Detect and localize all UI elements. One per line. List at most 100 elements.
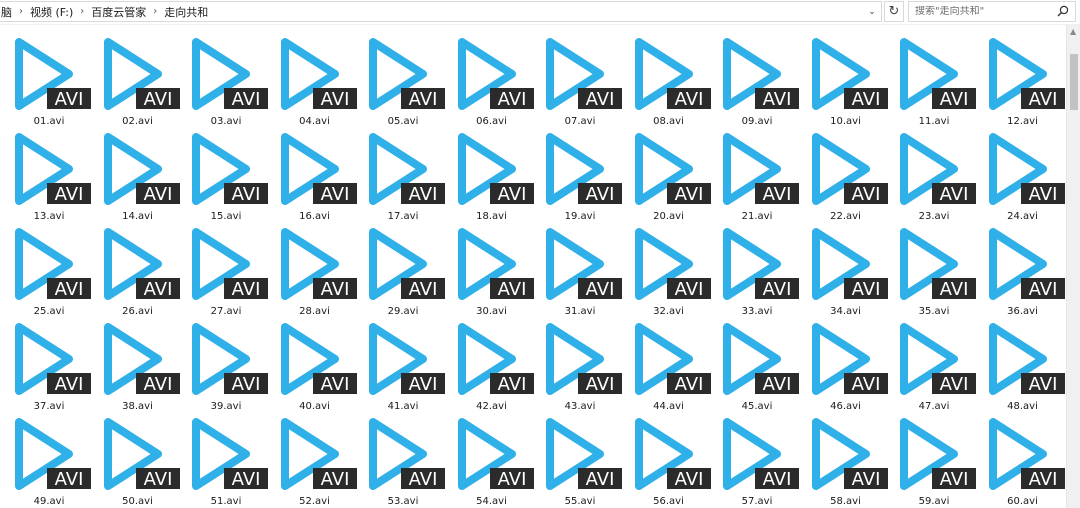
- file-item[interactable]: AVI 20.avi: [625, 127, 714, 222]
- file-item[interactable]: AVI 23.avi: [890, 127, 979, 222]
- search-icon[interactable]: [1056, 4, 1070, 18]
- file-type-badge: AVI: [55, 279, 84, 300]
- file-grid: AVI 01.avi AVI 02.avi AVI 03.avi AVI 04.avi AVI 0…: [0, 25, 1066, 507]
- file-item[interactable]: AVI 19.avi: [536, 127, 625, 222]
- video-file-icon: AVI: [988, 418, 1065, 490]
- file-item[interactable]: AVI 40.avi: [271, 317, 360, 412]
- file-type-badge: AVI: [1028, 279, 1057, 300]
- breadcrumb-separator-icon[interactable]: ›: [150, 6, 160, 17]
- file-item[interactable]: AVI 13.avi: [5, 127, 94, 222]
- file-item[interactable]: AVI 56.avi: [625, 412, 714, 507]
- file-type-badge: AVI: [763, 89, 792, 110]
- file-item[interactable]: AVI 25.avi: [5, 222, 94, 317]
- file-type-badge: AVI: [1028, 89, 1057, 110]
- file-item[interactable]: AVI 47.avi: [890, 317, 979, 412]
- video-file-icon: AVI: [811, 418, 888, 490]
- file-item[interactable]: AVI 11.avi: [890, 32, 979, 127]
- file-item[interactable]: AVI 09.avi: [713, 32, 802, 127]
- vertical-scrollbar[interactable]: ▲: [1066, 25, 1080, 508]
- video-file-icon: AVI: [192, 133, 268, 205]
- file-type-badge: AVI: [674, 374, 703, 395]
- file-item[interactable]: AVI 34.avi: [802, 222, 891, 317]
- file-item[interactable]: AVI 05.avi: [359, 32, 448, 127]
- file-item[interactable]: AVI 54.avi: [448, 412, 537, 507]
- breadcrumb-separator-icon[interactable]: ›: [77, 6, 87, 17]
- file-item[interactable]: AVI 42.avi: [448, 317, 537, 412]
- file-item[interactable]: AVI 58.avi: [802, 412, 891, 507]
- video-file-icon: AVI: [723, 228, 799, 300]
- file-item[interactable]: AVI 37.avi: [5, 317, 94, 412]
- address-bar[interactable]: 脑 › 视频 (F:) › 百度云管家 › 走向共和 ⌄: [0, 1, 882, 22]
- breadcrumb-folder[interactable]: 百度云管家: [87, 4, 150, 20]
- video-file-icon: AVI: [811, 38, 888, 110]
- file-type-badge: AVI: [232, 184, 261, 205]
- file-item[interactable]: AVI 15.avi: [182, 127, 271, 222]
- file-item[interactable]: AVI 60.avi: [979, 412, 1067, 507]
- file-item[interactable]: AVI 17.avi: [359, 127, 448, 222]
- file-view[interactable]: AVI 01.avi AVI 02.avi AVI 03.avi AVI 04.avi AVI 0…: [0, 25, 1066, 508]
- file-item[interactable]: AVI 21.avi: [713, 127, 802, 222]
- file-item[interactable]: AVI 24.avi: [979, 127, 1067, 222]
- file-item[interactable]: AVI 35.avi: [890, 222, 979, 317]
- file-item[interactable]: AVI 50.avi: [94, 412, 183, 507]
- file-item[interactable]: AVI 08.avi: [625, 32, 714, 127]
- file-item[interactable]: AVI 33.avi: [713, 222, 802, 317]
- file-item[interactable]: AVI 10.avi: [802, 32, 891, 127]
- file-item[interactable]: AVI 32.avi: [625, 222, 714, 317]
- file-type-badge: AVI: [497, 279, 526, 300]
- file-item[interactable]: AVI 44.avi: [625, 317, 714, 412]
- file-item[interactable]: AVI 29.avi: [359, 222, 448, 317]
- breadcrumb-this-pc[interactable]: 脑: [0, 4, 16, 20]
- video-file-icon: AVI: [280, 418, 357, 490]
- file-type-badge: AVI: [320, 184, 349, 205]
- file-item[interactable]: AVI 43.avi: [536, 317, 625, 412]
- video-file-icon: AVI: [457, 323, 534, 395]
- file-item[interactable]: AVI 04.avi: [271, 32, 360, 127]
- file-item[interactable]: AVI 07.avi: [536, 32, 625, 127]
- file-item[interactable]: AVI 36.avi: [979, 222, 1067, 317]
- scrollbar-thumb[interactable]: [1070, 54, 1078, 110]
- video-file-icon: AVI: [988, 133, 1065, 205]
- file-item[interactable]: AVI 30.avi: [448, 222, 537, 317]
- video-file-icon: AVI: [988, 38, 1065, 110]
- file-item[interactable]: AVI 39.avi: [182, 317, 271, 412]
- file-item[interactable]: AVI 01.avi: [5, 32, 94, 127]
- file-item[interactable]: AVI 02.avi: [94, 32, 183, 127]
- file-name: 55.avi: [564, 496, 596, 507]
- file-item[interactable]: AVI 41.avi: [359, 317, 448, 412]
- file-item[interactable]: AVI 18.avi: [448, 127, 537, 222]
- file-item[interactable]: AVI 53.avi: [359, 412, 448, 507]
- file-item[interactable]: AVI 51.avi: [182, 412, 271, 507]
- file-item[interactable]: AVI 16.avi: [271, 127, 360, 222]
- file-item[interactable]: AVI 14.avi: [94, 127, 183, 222]
- file-item[interactable]: AVI 49.avi: [5, 412, 94, 507]
- file-item[interactable]: AVI 45.avi: [713, 317, 802, 412]
- breadcrumb-current-folder[interactable]: 走向共和: [160, 4, 212, 20]
- file-item[interactable]: AVI 59.avi: [890, 412, 979, 507]
- refresh-button[interactable]: ↻: [884, 1, 904, 22]
- video-file-icon: AVI: [811, 323, 888, 395]
- search-box[interactable]: [908, 1, 1076, 22]
- scroll-up-icon[interactable]: ▲: [1070, 27, 1076, 36]
- file-item[interactable]: AVI 26.avi: [94, 222, 183, 317]
- search-input[interactable]: [915, 6, 1055, 17]
- file-item[interactable]: AVI 55.avi: [536, 412, 625, 507]
- file-item[interactable]: AVI 27.avi: [182, 222, 271, 317]
- file-item[interactable]: AVI 12.avi: [979, 32, 1067, 127]
- file-type-badge: AVI: [320, 89, 349, 110]
- chevron-down-icon[interactable]: ⌄: [865, 4, 879, 19]
- file-item[interactable]: AVI 57.avi: [713, 412, 802, 507]
- file-type-badge: AVI: [586, 469, 615, 490]
- file-item[interactable]: AVI 48.avi: [979, 317, 1067, 412]
- file-item[interactable]: AVI 38.avi: [94, 317, 183, 412]
- breadcrumb-drive[interactable]: 视频 (F:): [26, 4, 77, 20]
- breadcrumb-separator-icon[interactable]: ›: [16, 6, 26, 17]
- file-item[interactable]: AVI 46.avi: [802, 317, 891, 412]
- file-item[interactable]: AVI 28.avi: [271, 222, 360, 317]
- file-item[interactable]: AVI 22.avi: [802, 127, 891, 222]
- file-item[interactable]: AVI 03.avi: [182, 32, 271, 127]
- file-item[interactable]: AVI 06.avi: [448, 32, 537, 127]
- file-item[interactable]: AVI 31.avi: [536, 222, 625, 317]
- video-file-icon: AVI: [723, 133, 799, 205]
- file-item[interactable]: AVI 52.avi: [271, 412, 360, 507]
